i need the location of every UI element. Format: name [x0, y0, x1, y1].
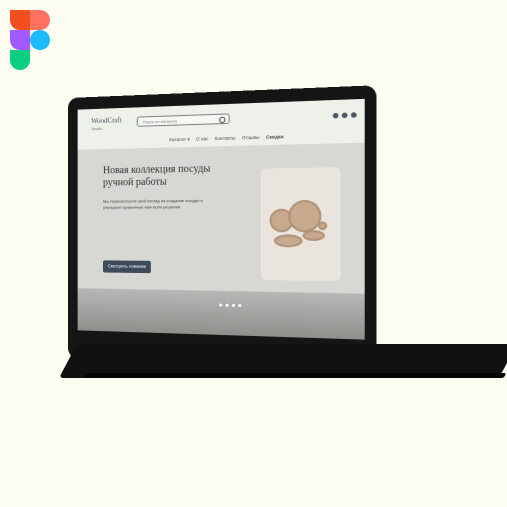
carousel-dot-1[interactable]	[219, 303, 223, 307]
carousel-dot-4[interactable]	[238, 303, 242, 308]
social-icon-3[interactable]	[350, 112, 357, 118]
nav-reviews[interactable]: Отзывы	[242, 135, 260, 142]
brand-tagline: Studio	[91, 125, 103, 132]
wooden-bowl-icon	[302, 230, 325, 241]
search-placeholder: Поиск по каталогу	[142, 118, 178, 125]
hero-title: Новая коллекция посуды ручной работы	[102, 163, 211, 189]
nav-catalog[interactable]: Каталог ▾	[169, 137, 189, 144]
website-screen: WoodCraft Studio Поиск по каталогу Катал…	[77, 98, 365, 340]
laptop-base-edge	[83, 373, 507, 378]
main-navigation: Каталог ▾ О нас Контакты Отзывы Скидки	[169, 134, 283, 143]
carousel-dots	[219, 303, 242, 308]
social-icons	[332, 112, 357, 119]
product-image	[260, 167, 341, 282]
carousel-dot-2[interactable]	[225, 303, 229, 307]
brand-logo[interactable]: WoodCraft Studio	[91, 116, 121, 133]
wooden-plate-icon	[288, 199, 322, 233]
hero-section: Новая коллекция посуды ручной работы Мы …	[77, 142, 365, 294]
hero-description: Мы пересмотрели свой взгляд на создание …	[102, 197, 203, 210]
social-icon-1[interactable]	[332, 112, 339, 119]
wooden-cup-icon	[318, 221, 328, 231]
brand-name: WoodCraft	[91, 116, 122, 126]
search-input[interactable]: Поиск по каталогу	[136, 113, 230, 127]
social-icon-2[interactable]	[341, 112, 348, 119]
laptop-mockup: WoodCraft Studio Поиск по каталогу Катал…	[0, 0, 507, 507]
nav-contacts[interactable]: Контакты	[215, 135, 236, 142]
laptop-screen-frame: WoodCraft Studio Поиск по каталогу Катал…	[68, 85, 377, 371]
nav-sales[interactable]: Скидки	[266, 134, 284, 141]
search-icon[interactable]	[219, 116, 226, 124]
carousel-dot-3[interactable]	[231, 303, 236, 307]
nav-about[interactable]: О нас	[196, 136, 209, 143]
wooden-bowl-icon	[273, 234, 303, 248]
wooden-floor-image	[77, 288, 365, 340]
view-new-button[interactable]: Смотреть новинки	[102, 260, 151, 274]
